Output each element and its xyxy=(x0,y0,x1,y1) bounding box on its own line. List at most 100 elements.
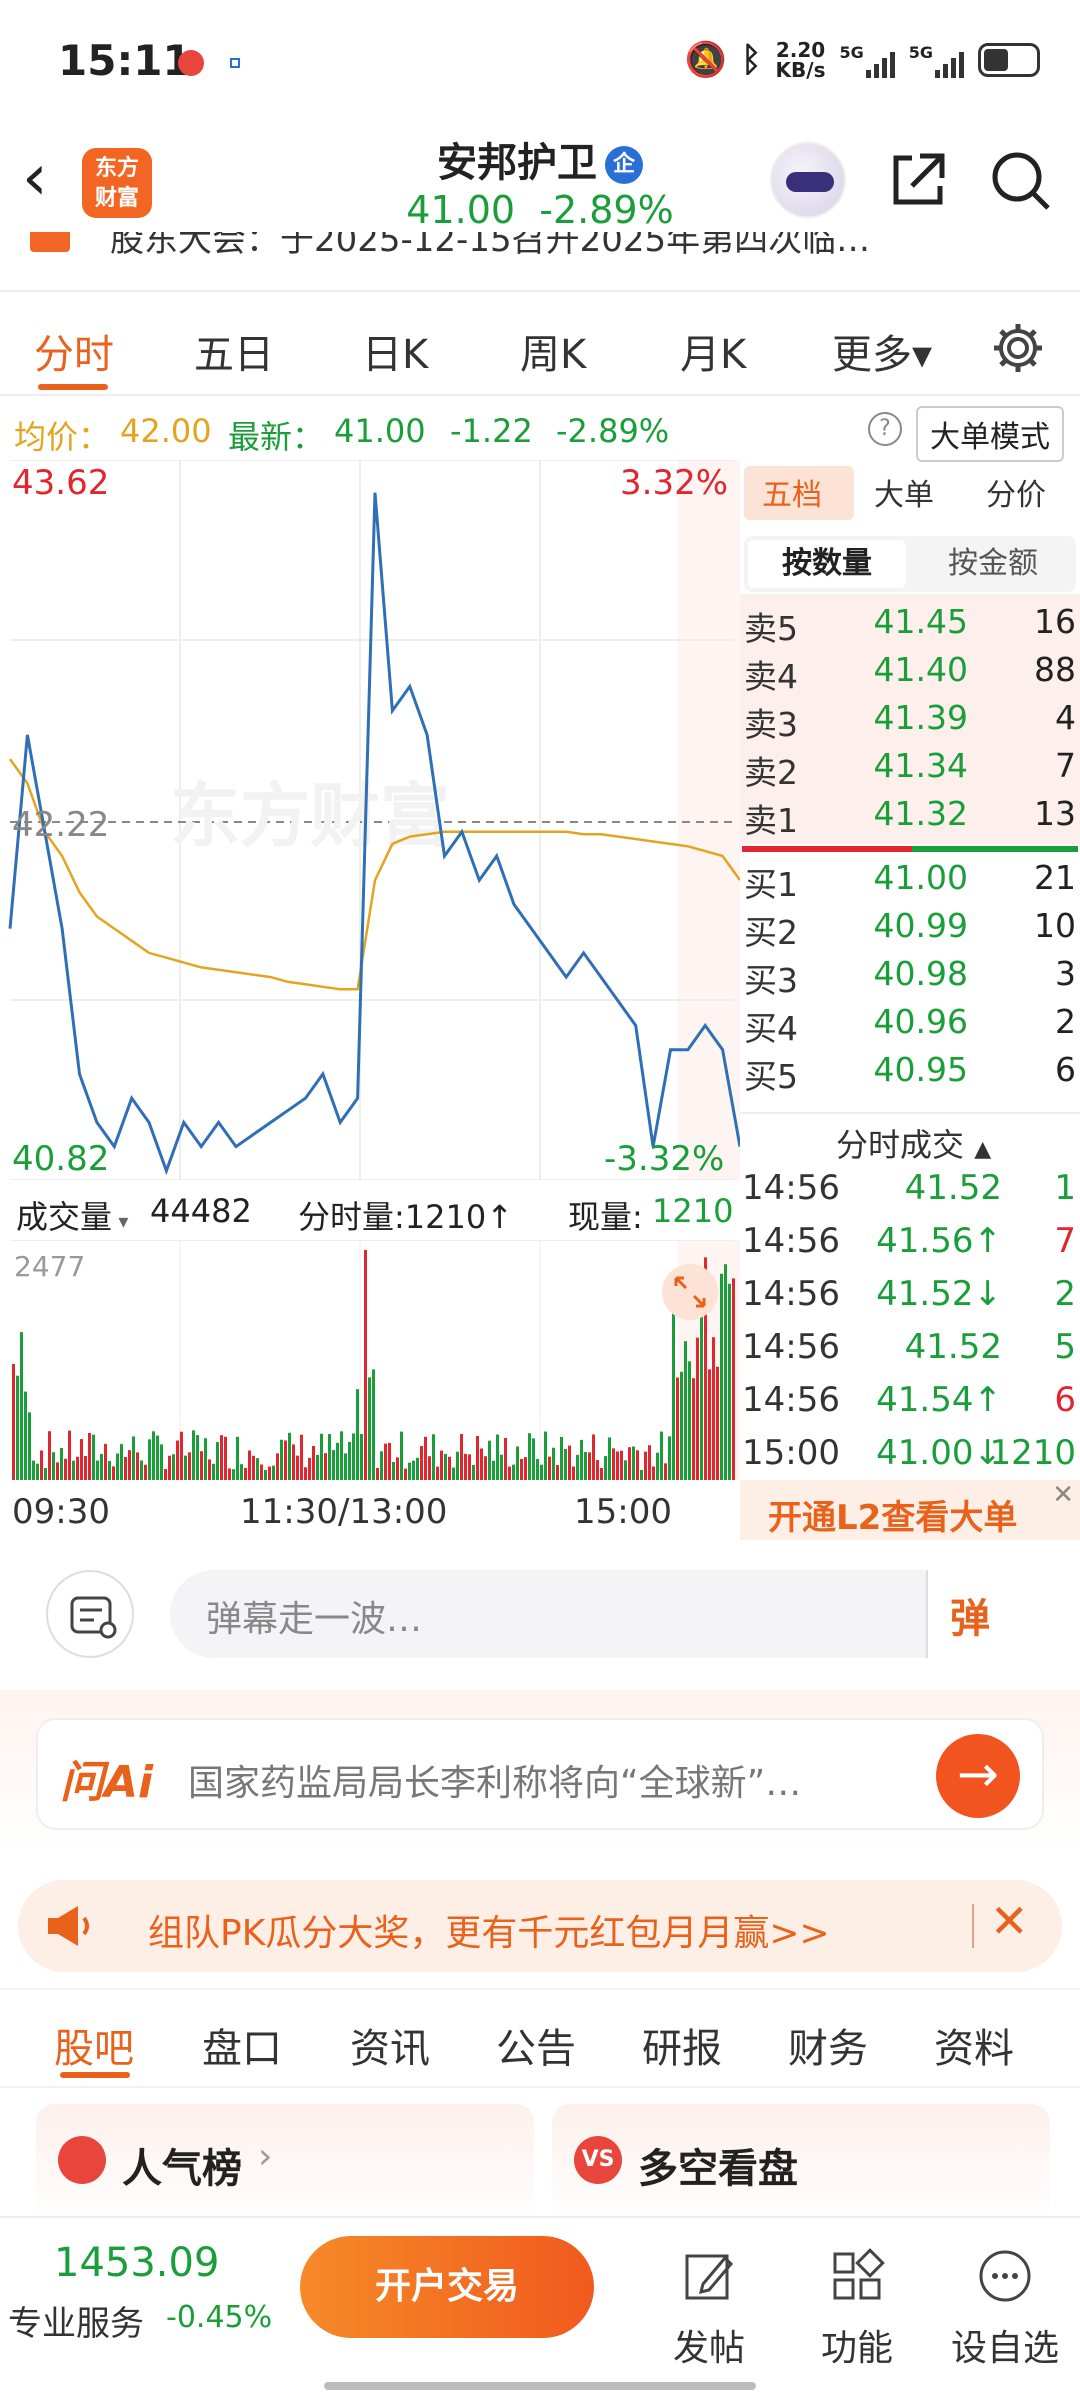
volume-bar xyxy=(596,1460,599,1480)
volume-bar xyxy=(604,1456,607,1480)
index-value[interactable]: 1453.09 xyxy=(54,2240,219,2286)
edit-icon xyxy=(685,2254,734,2300)
volume-bar xyxy=(88,1432,91,1480)
ask-row: 卖1 41.32 13 xyxy=(744,794,1080,840)
tab-profile[interactable]: 资料 xyxy=(934,2016,1014,2074)
trade-row-q: 1 xyxy=(1054,1168,1076,1208)
tab-price-dist[interactable]: 分价 xyxy=(986,470,1046,514)
trades-title[interactable]: 分时成交 ▲ xyxy=(836,1120,991,1166)
by-quantity-button[interactable]: 按数量 xyxy=(748,540,906,588)
popularity-card[interactable]: 人气榜 › xyxy=(36,2104,534,2224)
volume-bar xyxy=(208,1459,211,1480)
close-icon[interactable]: ✕ xyxy=(1052,1480,1074,1510)
tab-five-day[interactable]: 五日 xyxy=(194,322,274,380)
l2-banner[interactable]: 开通L2查看大单 ✕ xyxy=(740,1480,1080,1540)
volume-bar xyxy=(656,1452,659,1480)
volume-bar xyxy=(660,1431,663,1480)
tab-five-levels[interactable]: 五档 xyxy=(762,470,822,514)
bid-row-q: 10 xyxy=(1034,906,1076,945)
volume-bar xyxy=(544,1431,547,1480)
ai-question-bar[interactable]: 问Ai 国家药监局局长李利称将向“全球新”… → xyxy=(36,1718,1044,1830)
volume-bar xyxy=(600,1467,603,1480)
danmu-input[interactable]: 弹幕走一波… 弹 xyxy=(170,1570,1034,1658)
megaphone-icon xyxy=(48,1906,89,1946)
share-icon[interactable] xyxy=(886,150,946,210)
ask-row-l: 卖2 xyxy=(744,753,798,792)
ask-row: 卖2 41.34 7 xyxy=(744,746,1080,792)
open-account-button[interactable]: 开户交易 xyxy=(300,2236,594,2338)
ratio-bar-green xyxy=(912,846,1078,852)
bid-row-p: 40.99 xyxy=(873,906,968,945)
trade-row-t: 14:56 xyxy=(742,1221,840,1261)
bid-row-l: 买3 xyxy=(744,961,798,1000)
trade-row-t: 14:56 xyxy=(742,1327,840,1367)
bluetooth-icon: ᛒ xyxy=(741,40,762,80)
ask-row-l: 卖1 xyxy=(744,801,798,840)
battery-icon xyxy=(978,43,1040,77)
intraday-chart[interactable]: 东方财富 43.62 3.32% 42.22 40.82 -3.32% xyxy=(0,459,742,1181)
by-amount-button[interactable]: 按金额 xyxy=(914,540,1072,588)
bid-row: 买1 41.00 21 xyxy=(744,858,1080,904)
bid-row-q: 3 xyxy=(1055,954,1076,993)
tab-weekly-k[interactable]: 周K xyxy=(520,322,586,380)
long-short-card[interactable]: VS 多空看盘 xyxy=(552,2104,1050,2224)
volume-bar xyxy=(296,1455,299,1480)
tab-guba[interactable]: 股吧 xyxy=(54,2016,134,2074)
ai-submit-arrow-icon[interactable]: → xyxy=(936,1734,1020,1818)
volume-bar xyxy=(212,1463,215,1480)
trade-row-p: 41.00↓ xyxy=(876,1433,1002,1473)
post-button[interactable]: 发帖 xyxy=(654,2246,764,2371)
tab-research[interactable]: 研报 xyxy=(642,2016,722,2074)
help-icon[interactable]: ? xyxy=(868,412,902,446)
function-button[interactable]: 功能 xyxy=(802,2246,912,2371)
volume-bar xyxy=(164,1469,167,1480)
volume-dropdown[interactable]: 成交量 ▾ xyxy=(16,1192,128,1238)
trade-row-q: 1210 xyxy=(989,1433,1076,1473)
volume-bar xyxy=(512,1464,515,1480)
volume-bar xyxy=(612,1448,615,1480)
search-icon[interactable] xyxy=(990,150,1052,212)
volume-bar xyxy=(440,1450,443,1480)
danmu-send-button[interactable]: 弹 xyxy=(926,1570,1034,1658)
volume-bar xyxy=(368,1377,371,1480)
tab-pankou[interactable]: 盘口 xyxy=(202,2016,282,2074)
notice-bar[interactable]: 股东大会：于2025-12-15召开2025年第四次临… xyxy=(0,232,1080,292)
tab-monthly-k[interactable]: 月K xyxy=(680,322,746,380)
subtab-underline xyxy=(60,2072,130,2078)
add-watchlist-button[interactable]: 设自选 xyxy=(950,2246,1060,2371)
current-volume-label: 现量: xyxy=(568,1198,643,1236)
volume-bar xyxy=(580,1439,583,1480)
volume-bar xyxy=(288,1432,291,1480)
pro-service-label[interactable]: 专业服务 xyxy=(8,2296,144,2345)
promo-close-icon[interactable]: ✕ xyxy=(990,1894,1029,1948)
volume-bar xyxy=(468,1454,471,1480)
gear-icon[interactable] xyxy=(990,320,1046,376)
ai-robot-icon[interactable] xyxy=(770,142,846,218)
tab-finance[interactable]: 财务 xyxy=(788,2016,868,2074)
order-book: 五档 大单 分价 按数量 按金额 卖5 41.45 16 卖4 41.40 88 卖3 41.… xyxy=(740,460,1080,1540)
tab-intraday[interactable]: 分时 xyxy=(34,322,114,380)
tab-big-orders[interactable]: 大单 xyxy=(874,470,934,514)
bid-row-q: 21 xyxy=(1034,858,1076,897)
mute-icon: 🔕 xyxy=(684,40,728,80)
bid-row-l: 买5 xyxy=(744,1057,798,1096)
volume-bar xyxy=(392,1461,395,1480)
volume-bar xyxy=(248,1450,251,1480)
promo-banner[interactable]: 组队PK瓜分大奖，更有千元红包月月赢>> ✕ xyxy=(18,1880,1062,1972)
tab-daily-k[interactable]: 日K xyxy=(362,322,428,380)
tab-news[interactable]: 资讯 xyxy=(350,2016,430,2074)
volume-bar xyxy=(60,1447,63,1480)
volume-bar xyxy=(160,1444,163,1480)
popularity-title: 人气榜 xyxy=(122,2146,242,2192)
volume-bar xyxy=(652,1466,655,1480)
ask-row-q: 4 xyxy=(1055,698,1076,737)
big-order-mode-button[interactable]: 大单模式 xyxy=(916,406,1064,462)
trade-row-t: 15:00 xyxy=(742,1433,840,1473)
tab-more[interactable]: 更多▾ xyxy=(832,322,932,380)
status-right: 🔕 ᛒ 2.20 KB/s 5G 5G xyxy=(685,40,1040,80)
danmu-settings-button[interactable] xyxy=(46,1570,134,1658)
volume-bar xyxy=(668,1436,671,1480)
volume-bar xyxy=(104,1443,107,1480)
tab-announcements[interactable]: 公告 xyxy=(496,2016,576,2074)
volume-bar xyxy=(336,1442,339,1480)
